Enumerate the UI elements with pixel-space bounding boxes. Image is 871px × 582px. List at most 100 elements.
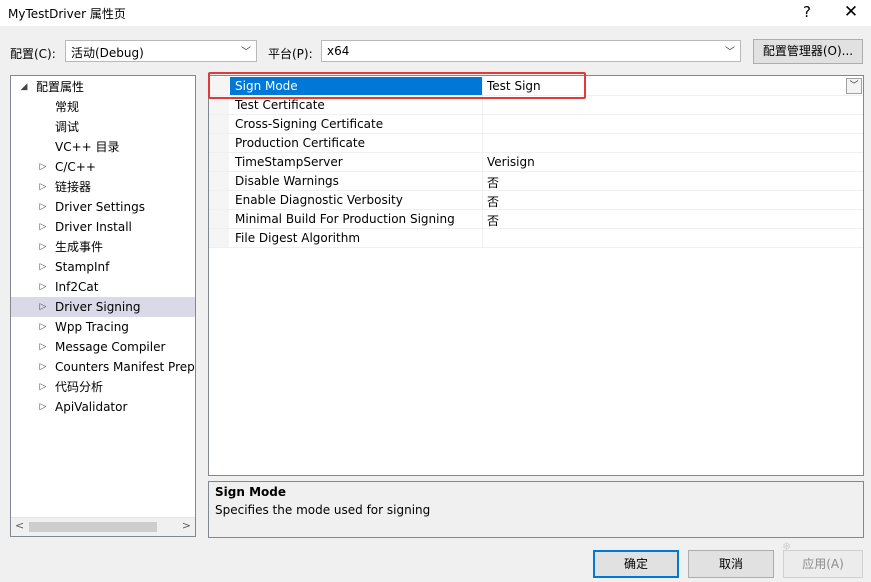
tree-item-label: StampInf	[55, 260, 110, 274]
expand-icon[interactable]: ▷	[38, 377, 48, 397]
tree-item[interactable]: 常规	[11, 97, 195, 117]
property-tree[interactable]: ◢ 配置属性 常规 调试 VC++ 目录 ▷ C/C++ ▷ 链接器 ▷ Driver Settin…	[10, 75, 196, 537]
expand-icon[interactable]: ▷	[38, 257, 48, 277]
scroll-right-icon[interactable]: >	[182, 519, 191, 532]
expand-icon[interactable]: ▷	[38, 197, 48, 217]
help-button[interactable]: ?	[790, 0, 824, 26]
tree-item-label: 链接器	[55, 180, 92, 194]
column-divider[interactable]	[482, 134, 483, 152]
tree-item[interactable]: VC++ 目录	[11, 137, 195, 157]
tree-item[interactable]: ▷ 代码分析	[11, 377, 195, 397]
tree-item[interactable]: ▷ Counters Manifest Preprocessor	[11, 357, 195, 377]
expand-icon[interactable]: ▷	[38, 217, 48, 237]
property-row[interactable]: Minimal Build For Production Signing 否	[209, 210, 863, 229]
expand-icon[interactable]: ▷	[38, 277, 48, 297]
tree-item[interactable]: ◢ 配置属性	[11, 77, 195, 97]
tree-item-label: VC++ 目录	[55, 140, 120, 154]
tree-item-label: 代码分析	[55, 380, 104, 394]
close-button[interactable]: ✕	[834, 0, 868, 26]
property-row[interactable]: Production Certificate	[209, 134, 863, 153]
apply-button[interactable]: 应用(A)	[783, 550, 863, 578]
property-name: File Digest Algorithm	[235, 231, 361, 245]
property-name: TimeStampServer	[235, 155, 343, 169]
title-bar: MyTestDriver 属性页 ? ✕	[0, 0, 871, 26]
tree-item[interactable]: ▷ C/C++	[11, 157, 195, 177]
tree-item[interactable]: ▷ StampInf	[11, 257, 195, 277]
property-name: Cross-Signing Certificate	[235, 117, 384, 131]
column-divider[interactable]	[482, 172, 483, 190]
tree-item-label: Driver Install	[55, 220, 132, 234]
property-name: Disable Warnings	[235, 174, 339, 188]
platform-label: 平台(P):	[268, 47, 313, 61]
tree-item-label: Wpp Tracing	[55, 320, 129, 334]
property-row[interactable]: Cross-Signing Certificate	[209, 115, 863, 134]
expand-icon[interactable]: ▷	[38, 317, 48, 337]
horizontal-scrollbar[interactable]: < >	[11, 517, 195, 536]
row-gutter	[209, 153, 229, 171]
collapse-icon[interactable]: ◢	[19, 77, 29, 97]
tree-item[interactable]: ▷ Driver Install	[11, 217, 195, 237]
expand-icon[interactable]: ▷	[38, 397, 48, 417]
tree-item[interactable]: ▷ Driver Signing	[11, 297, 195, 317]
snowflake-watermark-icon: ❄	[782, 540, 792, 553]
cancel-button[interactable]: 取消	[688, 550, 774, 578]
tree-item[interactable]: ▷ Inf2Cat	[11, 277, 195, 297]
expand-icon[interactable]: ▷	[38, 357, 48, 377]
cancel-label: 取消	[718, 557, 743, 571]
platform-dropdown[interactable]: x64 ﹀	[321, 40, 741, 62]
platform-value: x64	[327, 44, 350, 58]
ok-button[interactable]: 确定	[593, 550, 679, 578]
property-value[interactable]: Verisign	[487, 155, 535, 169]
tree-item[interactable]: ▷ Wpp Tracing	[11, 317, 195, 337]
property-row[interactable]: Enable Diagnostic Verbosity 否	[209, 191, 863, 210]
property-row[interactable]: TimeStampServer Verisign	[209, 153, 863, 172]
property-value[interactable]: 否	[487, 193, 499, 210]
column-divider[interactable]	[482, 210, 483, 228]
row-gutter	[209, 134, 229, 152]
column-divider[interactable]	[482, 153, 483, 171]
tree-item-label: Counters Manifest Preprocessor	[55, 360, 195, 374]
tree-item-label: Message Compiler	[55, 340, 166, 354]
tree-item-label: ApiValidator	[55, 400, 128, 414]
property-row[interactable]: File Digest Algorithm	[209, 229, 863, 248]
chevron-down-icon: ﹀	[241, 47, 251, 58]
tree-item[interactable]: ▷ 生成事件	[11, 237, 195, 257]
tree-item[interactable]: ▷ Driver Settings	[11, 197, 195, 217]
tree-item[interactable]: ▷ ApiValidator	[11, 397, 195, 417]
row-gutter	[209, 210, 229, 228]
tree-item-label: 常规	[55, 100, 80, 114]
tree-item[interactable]: 调试	[11, 117, 195, 137]
column-divider[interactable]	[482, 229, 483, 247]
tree-item[interactable]: ▷ Message Compiler	[11, 337, 195, 357]
property-grid[interactable]: Sign Mode Test Sign ﹀ Test Certificate Cross…	[208, 75, 864, 476]
tree-item[interactable]: ▷ 链接器	[11, 177, 195, 197]
property-value[interactable]: 否	[487, 212, 499, 229]
tree-item-label: Driver Signing	[55, 300, 141, 314]
tree-item-label: 配置属性	[36, 80, 85, 94]
ok-label: 确定	[623, 557, 648, 571]
column-divider[interactable]	[482, 191, 483, 209]
property-row[interactable]: Disable Warnings 否	[209, 172, 863, 191]
configuration-value: 活动(Debug)	[71, 46, 144, 60]
apply-label: 应用(A)	[802, 557, 844, 571]
tree-item-label: Driver Settings	[55, 200, 145, 214]
row-gutter	[209, 229, 229, 247]
tree-item-label: Inf2Cat	[55, 280, 99, 294]
property-name: Enable Diagnostic Verbosity	[235, 193, 403, 207]
window-title: MyTestDriver 属性页	[8, 7, 126, 21]
row-gutter	[209, 191, 229, 209]
dropdown-arrow-icon[interactable]: ﹀	[846, 78, 862, 94]
expand-icon[interactable]: ▷	[38, 237, 48, 257]
expand-icon[interactable]: ▷	[38, 337, 48, 357]
column-divider[interactable]	[482, 115, 483, 133]
configuration-dropdown[interactable]: 活动(Debug) ﹀	[65, 40, 257, 62]
row-gutter	[209, 115, 229, 133]
tree-item-label: 调试	[55, 120, 80, 134]
expand-icon[interactable]: ▷	[38, 177, 48, 197]
property-value[interactable]: 否	[487, 174, 499, 191]
configuration-manager-button[interactable]: 配置管理器(O)...	[753, 39, 863, 64]
scrollbar-thumb[interactable]	[29, 522, 157, 532]
scroll-left-icon[interactable]: <	[15, 519, 24, 532]
expand-icon[interactable]: ▷	[38, 297, 48, 317]
expand-icon[interactable]: ▷	[38, 157, 48, 177]
